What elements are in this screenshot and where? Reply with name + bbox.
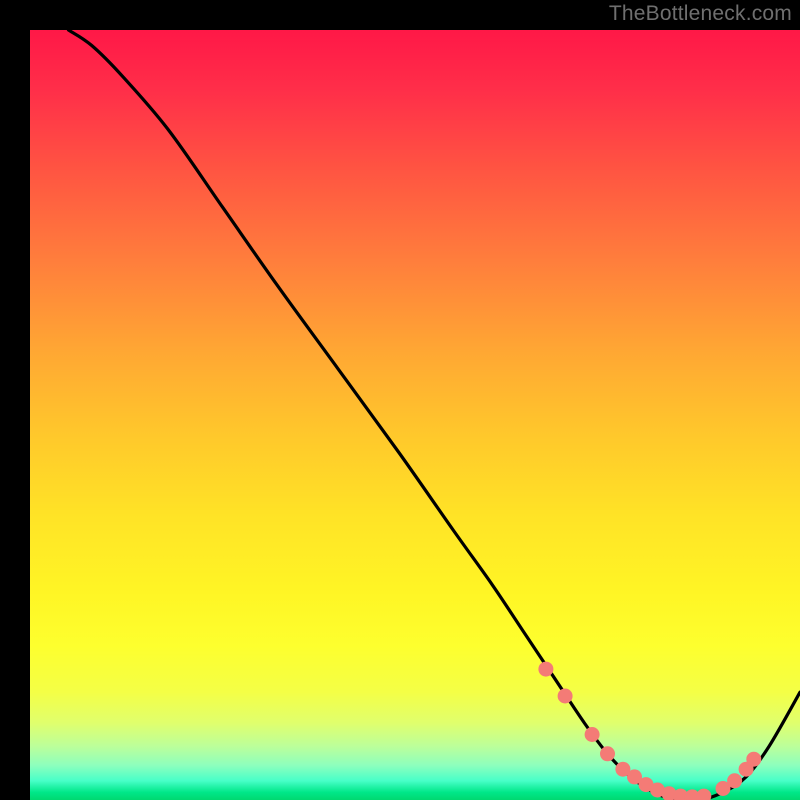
curve-marker-dot bbox=[558, 689, 573, 704]
curve-marker-dot bbox=[600, 746, 615, 761]
watermark-text: TheBottleneck.com bbox=[609, 2, 792, 26]
curve-marker-dot bbox=[746, 752, 761, 767]
curve-marker-dot bbox=[696, 789, 711, 800]
chart-plot-area bbox=[30, 30, 800, 800]
curve-marker-dot bbox=[727, 773, 742, 788]
curve-marker-dot bbox=[538, 662, 553, 677]
bottleneck-curve bbox=[69, 30, 800, 800]
bottleneck-curve-svg bbox=[30, 30, 800, 800]
curve-marker-dots bbox=[538, 662, 761, 800]
curve-marker-dot bbox=[585, 727, 600, 742]
